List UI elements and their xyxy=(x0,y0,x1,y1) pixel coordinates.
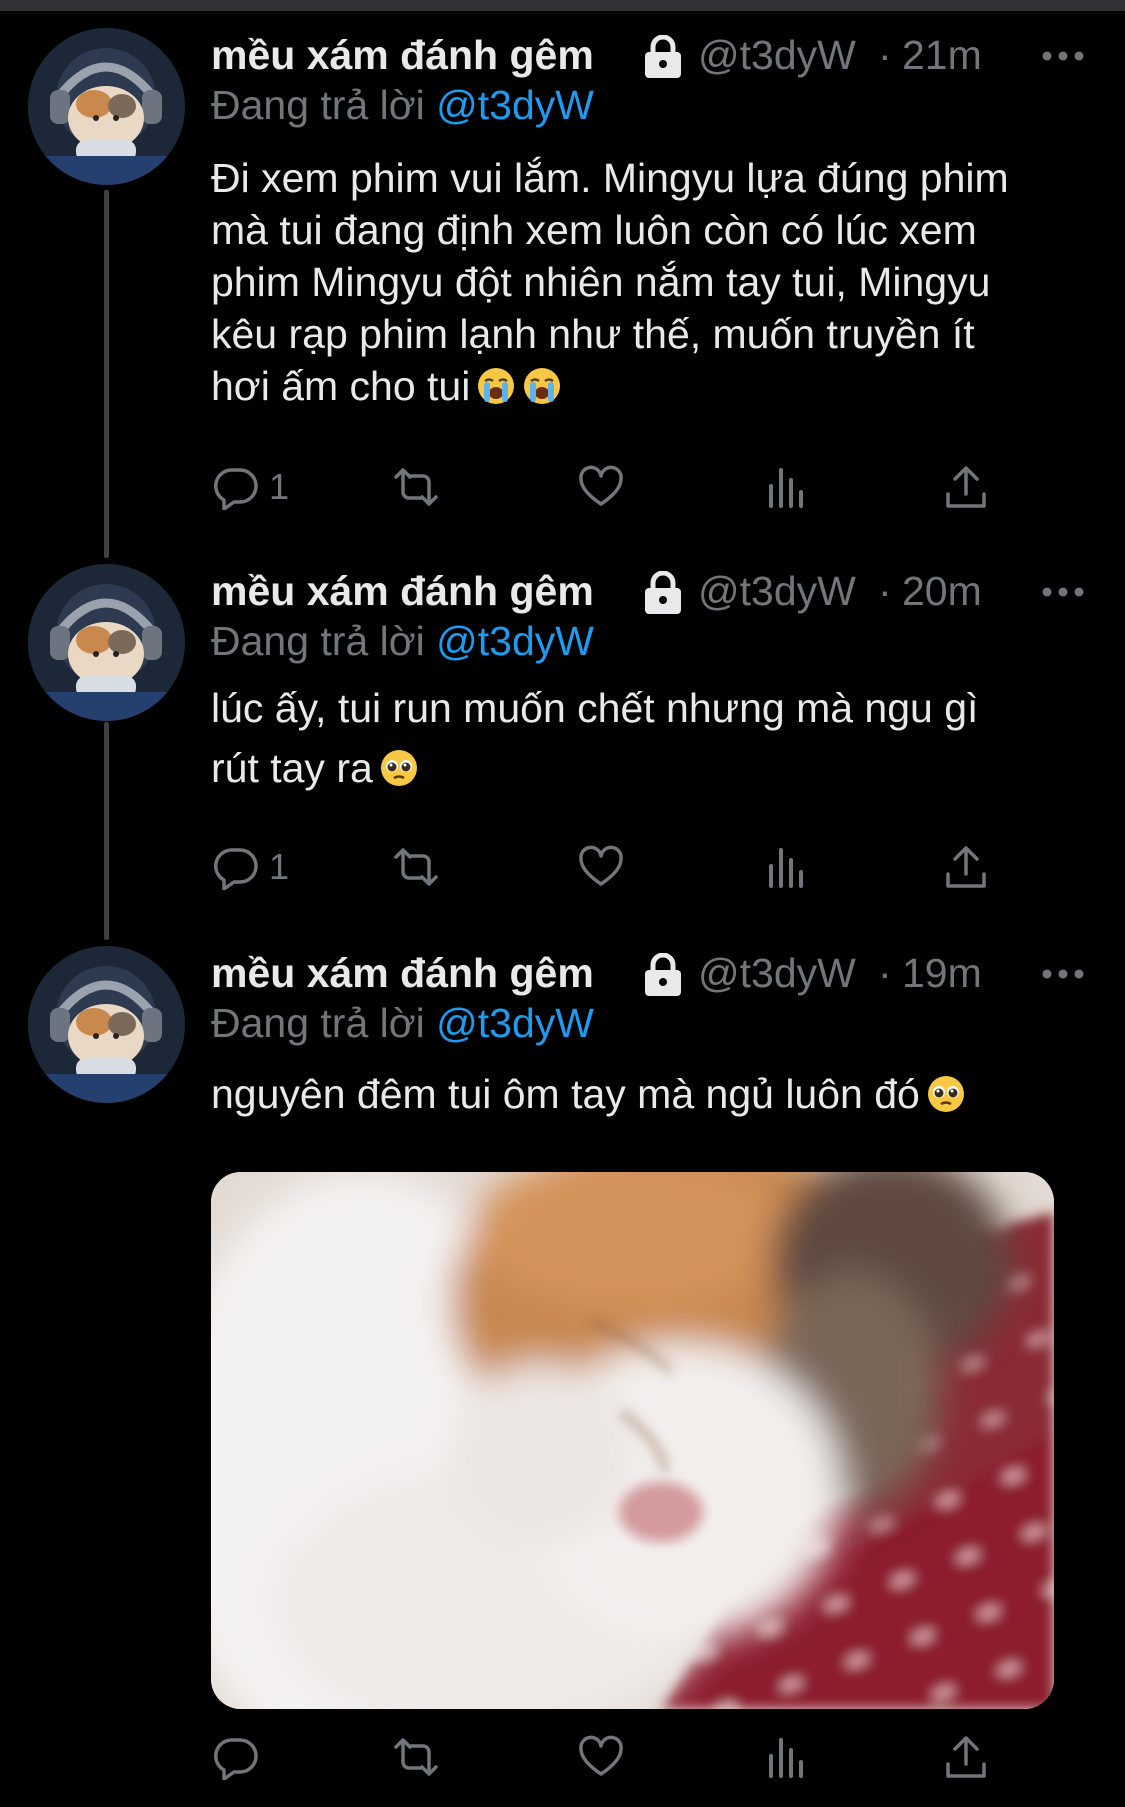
retweet-icon xyxy=(394,468,438,506)
views-icon xyxy=(769,468,803,508)
replying-to: Đang trả lời @t3dyW xyxy=(211,1000,1081,1054)
lock-icon xyxy=(645,571,681,614)
more-icon[interactable] xyxy=(1041,48,1085,64)
more-icon[interactable] xyxy=(1041,966,1085,982)
tweet-text-content: nguyên đêm tui ôm tay mà ngủ luôn đó xyxy=(211,1071,920,1117)
views-button[interactable] xyxy=(763,1732,809,1782)
replying-to: Đang trả lời @t3dyW xyxy=(211,618,1081,672)
retweet-button[interactable] xyxy=(393,1732,439,1782)
reply-count: 1 xyxy=(269,466,290,507)
tweet-text-content: Đi xem phim vui lắm. Mingyu lựa đúng phi… xyxy=(211,155,1009,409)
avatar-image xyxy=(28,946,185,1103)
separator-dot: · xyxy=(878,568,892,614)
tweet-actions: 1 xyxy=(213,462,1013,512)
retweet-button[interactable] xyxy=(393,462,439,512)
reply-count: 1 xyxy=(269,846,290,887)
user-handle[interactable]: @t3dyW xyxy=(698,568,856,615)
reply-icon xyxy=(214,848,258,890)
reply-prefix: Đang trả lời xyxy=(211,618,437,664)
lock-icon xyxy=(645,953,681,996)
timestamp[interactable]: 21m xyxy=(902,32,982,79)
like-button[interactable] xyxy=(578,462,624,512)
retweet-icon xyxy=(394,1738,438,1776)
user-handle[interactable]: @t3dyW xyxy=(698,32,856,79)
like-icon xyxy=(579,465,623,506)
replying-to: Đang trả lời @t3dyW xyxy=(211,82,1081,136)
reply-mention-link[interactable]: @t3dyW xyxy=(436,1000,594,1046)
reply-button[interactable]: 1 xyxy=(213,462,289,512)
user-handle[interactable]: @t3dyW xyxy=(698,950,856,997)
views-icon xyxy=(769,1738,803,1778)
display-name[interactable]: mều xám đánh gêm xyxy=(211,568,594,615)
share-icon xyxy=(946,466,986,508)
tweet-header: mều xám đánh gêm @t3dyW · 20m xyxy=(211,566,1084,622)
reply-button[interactable]: 1 xyxy=(213,842,289,892)
tweet-actions: 1 xyxy=(213,842,1013,892)
like-icon xyxy=(579,845,623,886)
separator-dot: · xyxy=(878,950,892,996)
avatar[interactable] xyxy=(28,564,185,721)
timestamp[interactable]: 20m xyxy=(902,568,982,615)
views-button[interactable] xyxy=(763,842,809,892)
tweet-text: lúc ấy, tui run muốn chết nhưng mà ngu g… xyxy=(211,678,1081,798)
tweet-text: Đi xem phim vui lắm. Mingyu lựa đúng phi… xyxy=(211,152,1081,412)
tweet-actions xyxy=(213,1732,1013,1782)
tweet-media-photo[interactable] xyxy=(211,1172,1054,1709)
avatar-image xyxy=(28,564,185,721)
like-button[interactable] xyxy=(578,842,624,892)
tweet-header: mều xám đánh gêm @t3dyW · 19m xyxy=(211,948,1084,1004)
lock-icon xyxy=(645,35,681,78)
loudly-crying-face-emoji xyxy=(478,368,515,404)
like-button[interactable] xyxy=(578,1732,624,1782)
display-name[interactable]: mều xám đánh gêm xyxy=(211,950,594,997)
share-icon xyxy=(946,846,986,888)
tweet[interactable]: mều xám đánh gêm @t3dyW · 21m Đang trả l… xyxy=(0,0,1125,540)
retweet-button[interactable] xyxy=(393,842,439,892)
reply-mention-link[interactable]: @t3dyW xyxy=(436,618,594,664)
views-icon xyxy=(769,848,803,888)
timestamp[interactable]: 19m xyxy=(902,950,982,997)
tweet-text: nguyên đêm tui ôm tay mà ngủ luôn đó xyxy=(211,1068,1081,1120)
share-button[interactable] xyxy=(943,462,989,512)
reply-prefix: Đang trả lời xyxy=(211,1000,437,1046)
retweet-icon xyxy=(394,848,438,886)
pleading-face-emoji xyxy=(380,750,417,786)
separator-dot: · xyxy=(878,32,892,78)
tweet-text-content: lúc ấy, tui run muốn chết nhưng mà ngu g… xyxy=(211,685,979,791)
reply-icon xyxy=(214,468,258,510)
like-icon xyxy=(579,1735,623,1776)
tweet-header: mều xám đánh gêm @t3dyW · 21m xyxy=(211,30,1084,86)
reply-mention-link[interactable]: @t3dyW xyxy=(436,82,594,128)
loudly-crying-face-emoji xyxy=(524,368,561,404)
avatar[interactable] xyxy=(28,28,185,185)
share-button[interactable] xyxy=(943,842,989,892)
share-icon xyxy=(946,1736,986,1778)
sleeping-cat-photo xyxy=(211,1172,1054,1709)
tweet[interactable]: mều xám đánh gêm @t3dyW · 20m Đang trả l… xyxy=(0,536,1125,916)
reply-button[interactable] xyxy=(213,1732,269,1782)
avatar[interactable] xyxy=(28,946,185,1103)
tweet[interactable]: mều xám đánh gêm @t3dyW · 19m Đang trả l… xyxy=(0,918,1125,1807)
share-button[interactable] xyxy=(943,1732,989,1782)
reply-icon xyxy=(214,1738,258,1780)
avatar-image xyxy=(28,28,185,185)
more-icon[interactable] xyxy=(1041,584,1085,600)
views-button[interactable] xyxy=(763,462,809,512)
display-name[interactable]: mều xám đánh gêm xyxy=(211,32,594,79)
reply-prefix: Đang trả lời xyxy=(211,82,437,128)
pleading-face-emoji xyxy=(927,1076,964,1112)
